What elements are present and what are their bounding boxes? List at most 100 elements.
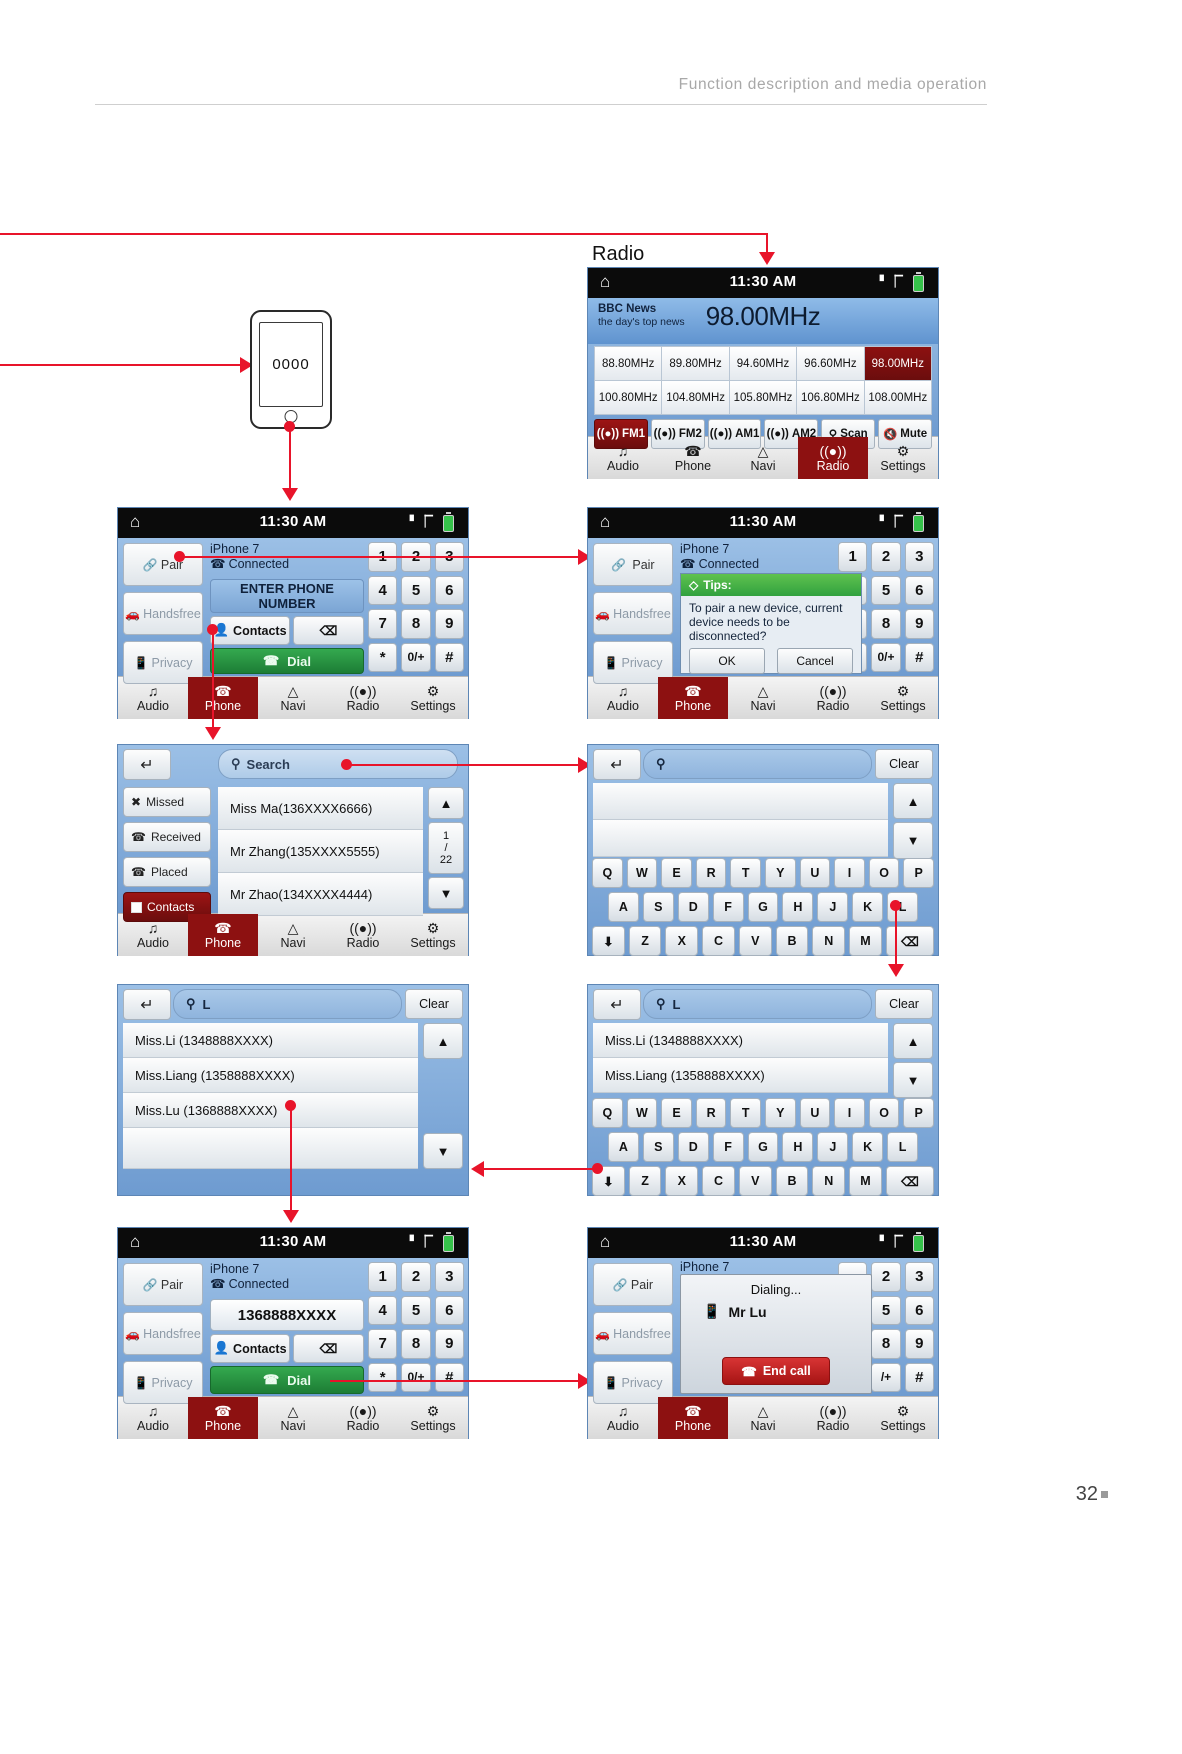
key-q[interactable]: Q [592,858,623,888]
clear-button[interactable]: Clear [405,989,463,1019]
nav-item-settings[interactable]: ⚙ Settings [398,1397,468,1439]
list-item[interactable] [593,783,888,820]
list-item[interactable]: Miss.Lu (1368888XXXX) [123,1093,418,1128]
end-call-button[interactable]: ☎ End call [722,1357,830,1385]
key-6[interactable]: 6 [904,575,934,605]
key-r[interactable]: R [695,858,727,888]
preset-button[interactable]: 108.00MHz [864,381,931,414]
key-star[interactable]: * [368,1362,398,1392]
nav-item-audio[interactable]: ♫ Audio [118,1397,188,1439]
clear-button[interactable]: Clear [875,989,933,1019]
key-l[interactable]: L [887,1132,919,1162]
key-4[interactable]: 4 [368,1295,398,1325]
key-d[interactable]: D [677,1132,709,1162]
key-star[interactable]: * [368,642,398,672]
list-item[interactable]: Miss.Li (1348888XXXX) [123,1023,418,1058]
pair-button[interactable]: 🔗 Pair [123,543,203,586]
key-r[interactable]: R [695,1098,727,1128]
scroll-down-button[interactable]: ▼ [423,1133,463,1169]
key-n[interactable]: N [812,1166,846,1196]
key-a[interactable]: A [608,1132,639,1162]
cancel-button[interactable]: Cancel [777,648,853,674]
key-4[interactable]: 4 [368,575,398,605]
key-t[interactable]: T [730,1098,761,1128]
key-5[interactable]: 5 [401,575,431,605]
nav-item-phone[interactable]: ☎ Phone [188,1397,258,1439]
key-h[interactable]: H [782,892,814,922]
key-q[interactable]: Q [592,1098,623,1128]
key-u[interactable]: U [799,1098,831,1128]
key-8[interactable]: 8 [401,609,431,639]
search-input[interactable]: ⚲ L [173,989,402,1019]
key-z[interactable]: Z [628,926,662,956]
list-item-empty[interactable] [123,1128,418,1169]
phone-number-value[interactable]: 1368888XXXX [210,1299,364,1331]
nav-item-phone[interactable]: ☎ Phone [658,437,728,479]
key-n[interactable]: N [812,926,846,956]
list-item[interactable]: Miss.Li (1348888XXXX) [593,1023,888,1058]
handsfree-button[interactable]: 🚗 Handsfree [123,1312,203,1355]
key-c[interactable]: C [702,926,735,956]
nav-item-audio[interactable]: ♫ Audio [588,677,658,719]
nav-item-phone[interactable]: ☎ Phone [188,677,258,719]
key-9[interactable]: 9 [904,1329,934,1359]
key-a[interactable]: A [608,892,639,922]
list-item[interactable]: Miss Ma(136XXXX6666) [218,787,423,830]
key-hash[interactable]: # [904,1362,934,1392]
list-item[interactable]: Mr Zhang(135XXXX5555) [218,830,423,873]
handsfree-button[interactable]: 🚗 Handsfree [123,592,203,635]
key-g[interactable]: G [747,1132,779,1162]
key-x[interactable]: X [665,926,699,956]
search-input[interactable]: ⚲ L [643,989,872,1019]
list-item[interactable]: Miss.Liang (1358888XXXX) [593,1058,888,1093]
key-j[interactable]: J [817,1132,849,1162]
key-hash[interactable]: # [434,1362,464,1392]
key-j[interactable]: J [817,892,849,922]
nav-item-settings[interactable]: ⚙ Settings [398,677,468,719]
clear-button[interactable]: Clear [875,749,933,779]
nav-item-radio[interactable]: ((●)) Radio [798,437,868,479]
back-button[interactable]: ↵ [593,749,641,780]
key-m[interactable]: M [849,1166,882,1196]
key-g[interactable]: G [747,892,779,922]
preset-button[interactable]: 106.80MHz [797,381,864,414]
nav-item-settings[interactable]: ⚙ Settings [398,914,468,956]
key-m[interactable]: M [849,926,882,956]
key-s[interactable]: S [642,1132,674,1162]
key-i[interactable]: I [834,1098,865,1128]
shift-key[interactable]: ⬇ [592,926,625,956]
key-2[interactable]: 2 [871,1262,901,1292]
key-f[interactable]: F [712,1132,744,1162]
backspace-key[interactable]: ⌫ [885,1166,934,1196]
nav-item-radio[interactable]: ((●)) Radio [798,1397,868,1439]
nav-item-audio[interactable]: ♫ Audio [588,1397,658,1439]
key-9[interactable]: 9 [904,609,934,639]
key-w[interactable]: W [626,858,658,888]
nav-item-navi[interactable]: △ Navi [258,677,328,719]
key-7[interactable]: 7 [368,609,398,639]
nav-item-phone[interactable]: ☎ Phone [658,677,728,719]
key-6[interactable]: 6 [434,575,464,605]
back-button[interactable]: ↵ [593,989,641,1020]
backspace-button[interactable]: ⌫ [293,1334,364,1363]
handsfree-button[interactable]: 🚗 Handsfree [593,1312,673,1355]
key-2[interactable]: 2 [871,542,901,572]
nav-item-phone[interactable]: ☎ Phone [658,1397,728,1439]
preset-button[interactable]: 100.80MHz [595,381,662,414]
nav-item-navi[interactable]: △ Navi [258,914,328,956]
back-button[interactable]: ↵ [123,989,171,1020]
key-v[interactable]: V [738,1166,772,1196]
key-zero[interactable]: 0/+ [401,1362,431,1392]
preset-button[interactable]: 96.60MHz [797,347,864,380]
list-item[interactable] [593,820,888,857]
scroll-up-button[interactable]: ▲ [893,783,933,819]
contacts-button[interactable]: 👤 Contacts [210,616,290,645]
key-p[interactable]: P [903,858,934,888]
preset-button[interactable]: 104.80MHz [662,381,729,414]
preset-button[interactable]: 88.80MHz [595,347,662,380]
list-item[interactable]: Mr Zhao(134XXXX4444) [218,873,423,916]
nav-item-radio[interactable]: ((●)) Radio [328,677,398,719]
key-7[interactable]: 7 [368,1329,398,1359]
nav-item-settings[interactable]: ⚙ Settings [868,677,938,719]
key-3[interactable]: 3 [434,1262,464,1292]
